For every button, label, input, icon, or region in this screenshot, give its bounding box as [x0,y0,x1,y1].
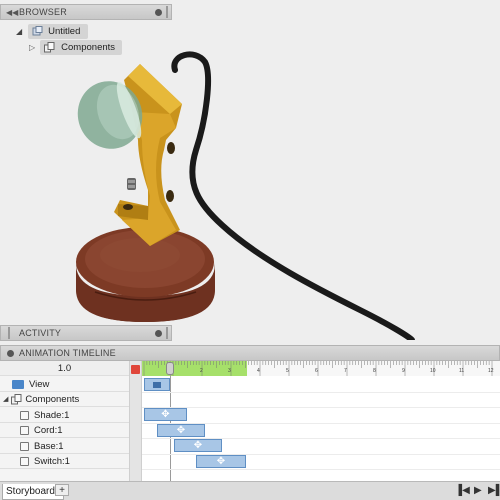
activity-panel-header[interactable]: ACTIVITY [0,325,172,341]
add-storyboard-label: + [59,484,65,496]
ruler-label: 4 [257,368,260,374]
part-icon [20,410,29,420]
move-icon: ✥ [193,439,203,451]
current-time-value[interactable]: 1.0 [0,363,129,374]
skip-forward-icon[interactable]: ▶▌ [488,485,500,496]
components-icon [11,393,22,404]
ruler-label: 8 [373,368,376,374]
ruler-labels: 1 2 3 4 5 6 7 8 9 10 11 12 [142,361,500,376]
activity-options-icon[interactable] [155,330,162,337]
timeline-gutter [129,361,142,481]
activity-resize-handle[interactable] [166,327,168,339]
part-icon [20,441,29,451]
timeline-row-view[interactable]: View [0,377,129,392]
row-separator [142,407,500,408]
part-icon [20,425,29,435]
storyboard-tab-label: Storyboard1 [6,486,61,497]
part-icon [20,456,29,466]
ruler-label: 5 [286,368,289,374]
skip-back-icon[interactable]: ▐◀ [455,485,470,496]
timeline-row-label: Components [25,393,80,405]
timeline-time-row: 1.0 [0,361,129,376]
timeline-row-base[interactable]: Base:1 [0,439,129,454]
shade-action-bar[interactable]: ✥ [144,408,187,421]
move-icon: ✥ [161,408,170,420]
ruler-label: 7 [344,368,347,374]
timeline-panel-header[interactable]: ANIMATION TIMELINE [0,345,500,361]
timeline-row-switch[interactable]: Switch:1 [0,454,129,469]
ruler-label: 10 [430,368,436,374]
camera-icon [12,379,24,389]
timeline-row-label: Shade:1 [34,409,70,421]
timeline-options-icon[interactable] [7,350,14,357]
collapse-arrow-icon[interactable]: ◢ [3,395,8,403]
ruler-label: 3 [228,368,231,374]
delete-key-icon[interactable] [131,365,140,374]
timeline-row-label: Cord:1 [34,424,63,436]
camera-icon [153,381,161,388]
timeline-title: ANIMATION TIMELINE [19,348,116,358]
move-icon: ✥ [216,455,226,467]
ruler-label: 2 [200,368,203,374]
move-icon: ✥ [176,424,186,436]
switch-action-bar[interactable]: ✥ [196,455,246,468]
timeline-row-label: Base:1 [34,440,64,452]
row-separator [142,392,500,393]
model-viewport[interactable] [0,0,500,340]
base-action-bar[interactable]: ✥ [174,439,222,452]
cord-action-bar[interactable]: ✥ [157,424,205,437]
playhead-handle[interactable] [166,362,174,375]
ruler-label: 9 [402,368,405,374]
storyboard-bar: Storyboard1 + ▐◀ ▶ ▶▌ [0,481,500,500]
view-action-bar[interactable] [144,378,170,391]
ruler-label: 12 [488,368,494,374]
timeline-row-cord[interactable]: Cord:1 [0,423,129,438]
activity-title: ACTIVITY [19,328,62,338]
timeline-row-label: Switch:1 [34,455,70,467]
ruler-label: 11 [459,368,465,374]
row-separator [142,469,500,470]
activity-grip-icon[interactable] [8,327,10,339]
play-icon[interactable]: ▶ [474,485,482,496]
timeline-row-components[interactable]: ◢ Components [0,392,129,407]
ruler-label: 6 [315,368,318,374]
timeline-row-shade[interactable]: Shade:1 [0,408,129,423]
timeline-row-label: View [29,378,50,390]
add-storyboard-button[interactable]: + [55,484,69,496]
lamp-switch[interactable] [127,178,136,190]
